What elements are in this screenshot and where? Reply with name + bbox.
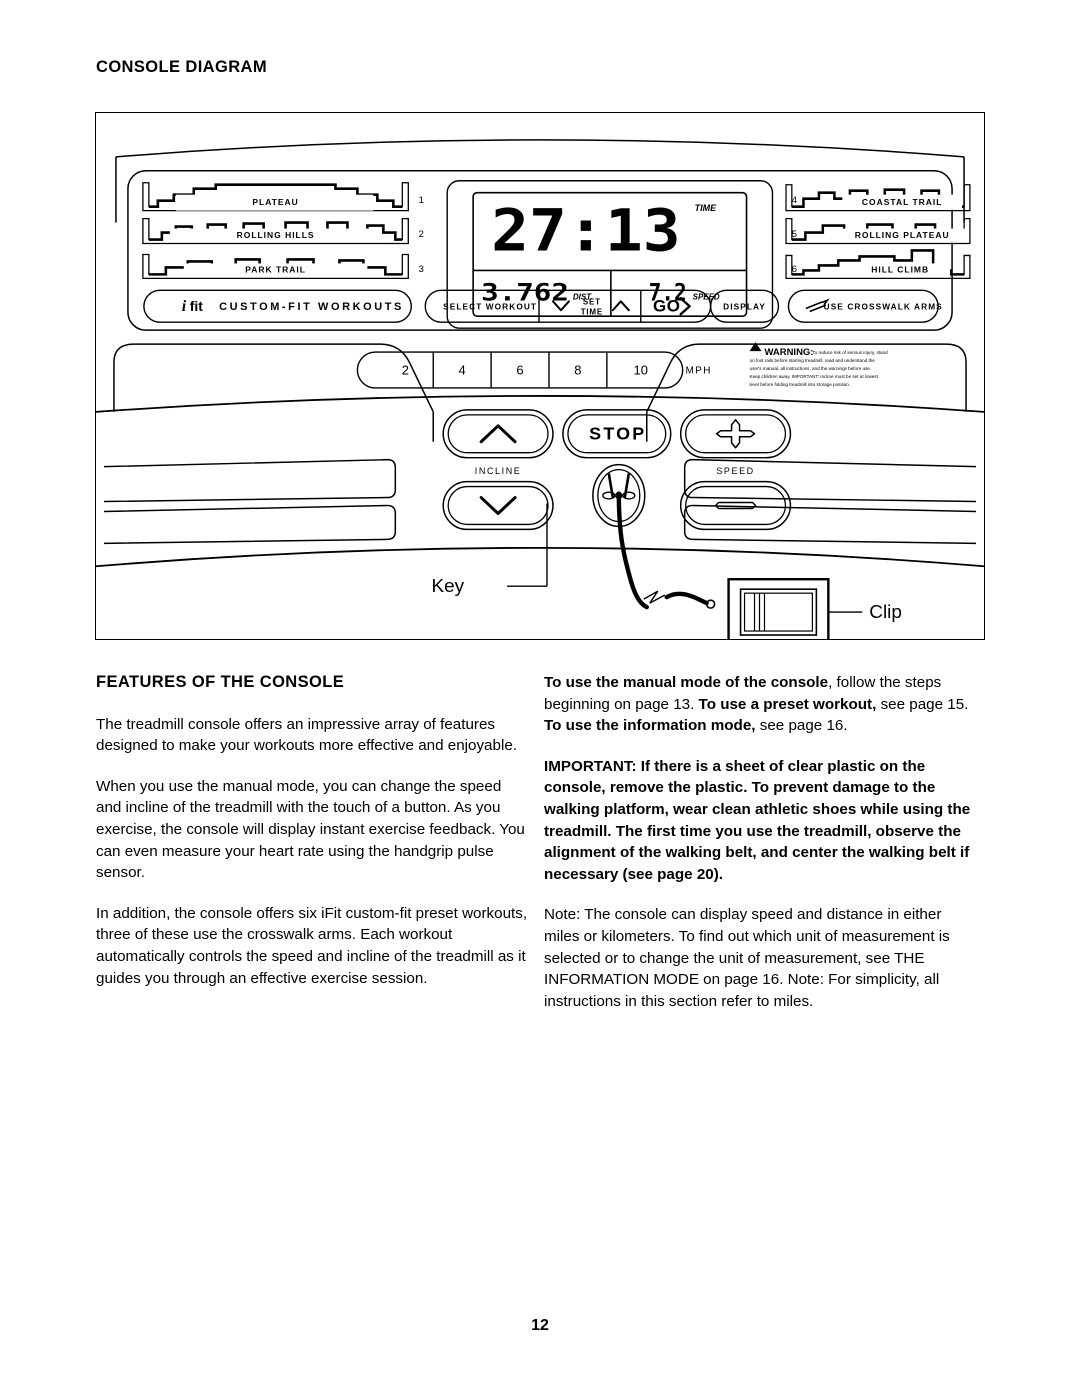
right-workout-profiles: 4 COASTAL TRAIL 5 ROLLING PLATEAU 6 HILL… <box>785 184 971 280</box>
plus-icon <box>715 419 756 449</box>
warning-decal: WARNING: To reduce risk of serious injur… <box>749 342 888 387</box>
speed-key-label: 10 <box>634 362 648 377</box>
ifit-logo-fit: fit <box>190 298 204 314</box>
profile-label: COASTAL TRAIL <box>862 197 942 207</box>
speed-preset-row: 2 4 6 8 10 MPH <box>356 351 711 389</box>
left-text-column: FEATURES OF THE CONSOLE The treadmill co… <box>96 672 530 989</box>
modes-paragraph: To use the manual mode of the console, f… <box>544 672 978 737</box>
warning-body-line: level before folding treadmill into stor… <box>750 382 851 387</box>
features-paragraph-3: In addition, the console offers six iFit… <box>96 904 528 987</box>
left-workout-profiles: PLATEAU 1 ROLLING HILLS 2 PARK TRAIL 3 <box>142 182 424 280</box>
set-label: SET <box>583 297 601 306</box>
go-label: GO <box>653 297 680 316</box>
warning-body-line: on foot rails before starting treadmill,… <box>750 358 876 363</box>
incline-label: INCLINE <box>475 466 522 476</box>
profile-graph-plateau: PLATEAU <box>142 182 409 212</box>
manual-page: CONSOLE DIAGRAM PLATEAU 1 ROLLING HILLS … <box>0 0 1080 1397</box>
callout-clip: Clip <box>828 602 902 623</box>
console-diagram-svg: PLATEAU 1 ROLLING HILLS 2 PARK TRAIL 3 2… <box>96 139 984 639</box>
profile-label: PARK TRAIL <box>245 265 306 275</box>
profile-label: PLATEAU <box>252 197 298 207</box>
info-mode-rest: see page 16. <box>755 717 848 735</box>
profile-graph-coastal-trail: COASTAL TRAIL <box>785 184 971 212</box>
cord-break-mark <box>643 590 666 604</box>
page-number: 12 <box>531 1317 549 1334</box>
key-callout-label: Key <box>432 576 465 597</box>
warning-body-line: Keep children away. IMPORTANT: Incline m… <box>750 374 879 379</box>
ifit-workouts-label: CUSTOM-FIT WORKOUTS <box>219 301 404 313</box>
incline-up-button <box>442 409 554 459</box>
warning-body-line: To reduce risk of serious injury, stand <box>812 350 888 355</box>
display-label: DISPLAY <box>723 302 766 311</box>
lcd-time-value: 27:13 <box>491 197 681 265</box>
preset-workout-rest: see page 15. <box>876 695 969 713</box>
clip-assembly <box>727 578 830 639</box>
note-paragraph: Note: The console can display speed and … <box>544 906 950 1010</box>
profile-label: HILL CLIMB <box>871 265 929 275</box>
speed-key-label: 2 <box>402 362 409 377</box>
features-paragraph-2: When you use the manual mode, you can ch… <box>96 777 525 882</box>
important-paragraph: IMPORTANT: If there is a sheet of clear … <box>544 757 971 883</box>
speed-key-label: 4 <box>459 362 466 377</box>
profile-number: 1 <box>419 195 424 206</box>
key-tether-cord-2 <box>664 591 709 606</box>
callout-key: Key <box>432 503 548 597</box>
chevron-down-icon <box>479 496 517 515</box>
profile-graph-rolling-plateau: ROLLING PLATEAU <box>785 217 971 245</box>
clip-outer <box>727 578 830 639</box>
info-mode-bold: To use the information mode, <box>544 717 756 735</box>
speed-key-label: 6 <box>516 362 523 377</box>
profile-graph-park-trail: PARK TRAIL <box>142 253 409 280</box>
preset-workout-bold: To use a preset workout, <box>698 695 877 713</box>
clip-grip-lines <box>753 593 766 632</box>
stop-label: STOP <box>589 424 646 444</box>
safety-key-assembly <box>592 463 716 610</box>
profile-number: 2 <box>419 229 424 240</box>
profile-graph-rolling-hills: ROLLING HILLS <box>142 217 409 245</box>
time-label: TIME <box>581 307 603 316</box>
features-heading: FEATURES OF THE CONSOLE <box>96 673 345 691</box>
page-title: CONSOLE DIAGRAM <box>96 58 267 76</box>
right-text-column: To use the manual mode of the console, f… <box>544 672 978 1012</box>
stop-button: STOP <box>562 409 672 459</box>
warning-title: WARNING: <box>764 347 813 358</box>
select-workout-label: SELECT WORKOUT <box>443 302 537 311</box>
profile-label: ROLLING HILLS <box>237 230 315 240</box>
features-paragraph-1: The treadmill console offers an impressi… <box>96 715 517 755</box>
use-crosswalk-arms-label: USE CROSSWALK ARMS <box>824 302 943 311</box>
profile-number: 4 <box>792 195 797 206</box>
clip-callout-label: Clip <box>869 602 902 623</box>
incline-down-button <box>442 480 554 531</box>
lcd-time-label: TIME <box>695 203 717 213</box>
profile-graph-hill-climb: HILL CLIMB <box>785 249 971 280</box>
speed-label: SPEED <box>716 466 754 476</box>
key-tether-cord <box>616 491 649 610</box>
profile-label: ROLLING PLATEAU <box>855 230 950 240</box>
console-diagram-figure: PLATEAU 1 ROLLING HILLS 2 PARK TRAIL 3 2… <box>95 112 985 640</box>
ifit-logo-mark: i <box>182 298 187 315</box>
mph-unit-label: MPH <box>685 366 711 377</box>
profile-number: 3 <box>419 264 424 275</box>
speed-key-label: 8 <box>574 362 581 377</box>
clip-inner <box>739 588 818 636</box>
warning-body-line: user's manual, all instructions, and the… <box>750 366 872 371</box>
speed-up-button <box>679 409 792 459</box>
manual-mode-bold: To use the manual mode of the console <box>544 674 829 691</box>
chevron-up-icon <box>479 424 517 444</box>
